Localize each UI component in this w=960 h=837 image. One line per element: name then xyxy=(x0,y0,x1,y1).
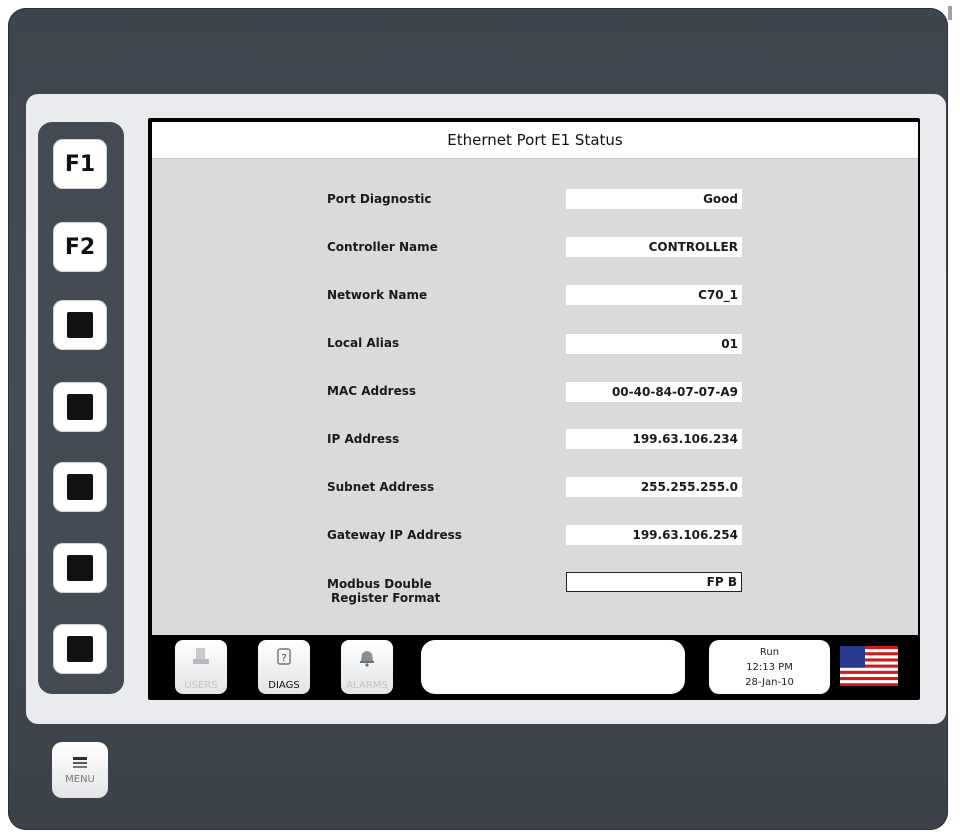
network-name-value: C70_1 xyxy=(566,285,742,305)
run-mode-text: Run xyxy=(759,646,780,658)
blank-key-icon xyxy=(67,312,93,338)
mac-address-value: 00-40-84-07-07-A9 xyxy=(566,382,742,402)
us-flag-icon[interactable] xyxy=(840,646,898,686)
port-diagnostic-value: Good xyxy=(566,189,742,209)
diags-icon: ? xyxy=(277,648,291,665)
message-area xyxy=(421,640,685,694)
blank-key-icon xyxy=(67,555,93,581)
soft-key-5[interactable] xyxy=(53,462,107,512)
page-title: Ethernet Port E1 Status xyxy=(447,131,623,149)
port-diagnostic-label: Port Diagnostic xyxy=(327,192,432,206)
users-button-label: USERS xyxy=(184,680,218,691)
menu-button[interactable]: MENU xyxy=(52,742,108,798)
page-title-bar: Ethernet Port E1 Status xyxy=(152,122,918,159)
local-alias-label: Local Alias xyxy=(327,336,400,350)
alarms-button-label: ALARMS xyxy=(346,680,388,691)
f2-key[interactable]: F2 xyxy=(53,222,107,272)
users-button[interactable]: USERS xyxy=(175,640,227,694)
subnet-address-value: 255.255.255.0 xyxy=(566,477,742,497)
gateway-ip-label: Gateway IP Address xyxy=(327,528,462,542)
screen-content xyxy=(152,122,918,635)
status-panel: Run 12:13 PM 28-Jan-10 xyxy=(709,640,830,694)
menu-button-label: MENU xyxy=(65,773,95,785)
alarms-button[interactable]: ALARMS xyxy=(341,640,393,694)
ip-address-label: IP Address xyxy=(327,432,400,446)
soft-key-4[interactable] xyxy=(53,382,107,432)
bell-icon xyxy=(360,651,374,667)
network-name-label: Network Name xyxy=(327,288,428,302)
modbus-format-label: Modbus Double Register Format xyxy=(327,577,440,605)
users-icon xyxy=(193,648,209,664)
soft-key-7[interactable] xyxy=(53,624,107,674)
svg-text:?: ? xyxy=(281,653,286,664)
clock-time: 12:13 PM xyxy=(746,661,793,673)
gateway-ip-value: 199.63.106.254 xyxy=(566,525,742,545)
f1-key[interactable]: F1 xyxy=(53,139,107,189)
ip-address-value: 199.63.106.234 xyxy=(566,429,742,449)
modbus-format-value[interactable]: FP B xyxy=(566,572,742,592)
diags-button[interactable]: ? DIAGS xyxy=(258,640,310,694)
bezel-edge xyxy=(948,6,952,20)
menu-icon xyxy=(73,756,87,768)
f2-key-label: F2 xyxy=(64,234,96,260)
diags-button-label: DIAGS xyxy=(268,680,300,691)
blank-key-icon xyxy=(67,394,93,420)
modbus-format-label-line2: Register Format xyxy=(331,591,441,605)
soft-key-3[interactable] xyxy=(53,300,107,350)
soft-key-6[interactable] xyxy=(53,543,107,593)
controller-name-value: CONTROLLER xyxy=(566,237,742,257)
local-alias-value: 01 xyxy=(566,334,742,354)
blank-key-icon xyxy=(67,474,93,500)
f1-key-label: F1 xyxy=(64,151,96,177)
controller-name-label: Controller Name xyxy=(327,240,438,254)
blank-key-icon xyxy=(67,636,93,662)
clock-date: 28-Jan-10 xyxy=(745,676,794,688)
mac-address-label: MAC Address xyxy=(327,384,417,398)
subnet-address-label: Subnet Address xyxy=(327,480,435,494)
modbus-format-label-line1: Modbus Double xyxy=(327,577,432,591)
